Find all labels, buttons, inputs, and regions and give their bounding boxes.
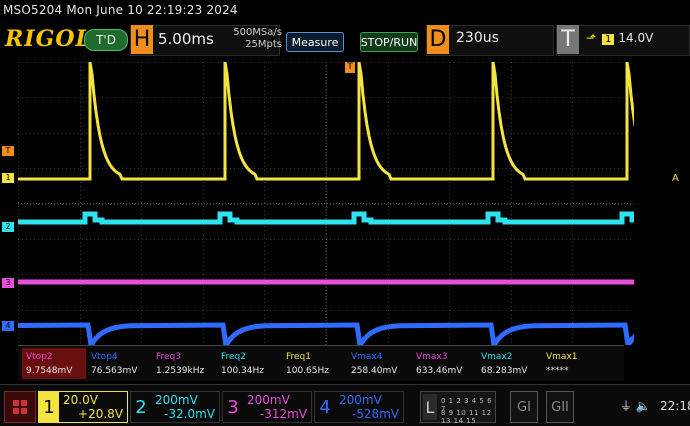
measurement-value: 68.283mV (481, 366, 528, 376)
measurement-item[interactable]: Vmax3 633.46mV (412, 348, 476, 379)
right-edge-marker: A (672, 173, 679, 184)
ch4-marker[interactable]: 4 (2, 321, 14, 331)
bottom-bar: 1 20.0V +20.8V 2 200mV -32.0mV 3 200mV -312mV 4 20… (0, 384, 690, 426)
channel-3-button[interactable]: 3 200mV -312mV (222, 391, 312, 423)
measurement-item[interactable]: Freq3 1.2539kHz (152, 348, 216, 379)
measurement-item[interactable]: Vmax2 68.283mV (477, 348, 541, 379)
trigger-status-button[interactable]: T'D (84, 29, 128, 51)
graticule (18, 62, 634, 345)
home-menu-button[interactable] (4, 391, 36, 423)
measurement-item[interactable]: Freq1 100.65Hz (282, 348, 346, 379)
measurement-label: Vtop2 (26, 352, 53, 362)
timebase-value: 5.00ms (158, 30, 214, 48)
measurement-label: Vmax3 (416, 352, 448, 362)
rigol-logo: RIGOL (5, 26, 92, 52)
delay-letter: D (427, 25, 449, 54)
trigger-position-marker[interactable]: T (345, 62, 355, 73)
channel-number: 3 (227, 396, 239, 418)
channel-offset: +20.8V (78, 407, 123, 421)
trigger-level: 14.0V (618, 31, 654, 45)
channel-scale: 200mV (155, 393, 198, 407)
acquisition-info: 500MSa/s 25Mpts (230, 27, 282, 51)
measurement-value: 9.7548mV (26, 366, 73, 376)
grid-icon (13, 400, 27, 414)
measurement-value: 100.34Hz (221, 366, 264, 376)
title-bar: MSO5204 Mon June 10 22:19:23 2024 (0, 0, 690, 22)
measurement-value: ***** (546, 366, 569, 376)
channel-1-button[interactable]: 1 20.0V +20.8V (38, 391, 128, 423)
measurement-value: 1.2539kHz (156, 366, 205, 376)
channel-offset: -32.0mV (164, 407, 215, 421)
measurement-label: Vmax2 (481, 352, 513, 362)
measurement-item[interactable]: Vmax1 ***** (542, 348, 606, 379)
measurement-label: Freq2 (221, 352, 247, 362)
measurement-label: Freq1 (286, 352, 312, 362)
trigger-letter: T (557, 25, 579, 54)
measurement-item[interactable]: Vtop2 9.7548mV (22, 348, 86, 379)
channel-2-button[interactable]: 2 200mV -32.0mV (130, 391, 220, 423)
measurement-bar: Vtop2 9.7548mV Vtop4 76.563mV Freq3 1.2539kHz… (18, 345, 624, 381)
measurement-item[interactable]: Vmax4 258.40mV (347, 348, 411, 379)
horizontal-letter: H (131, 25, 153, 54)
channel-offset: -528mV (351, 407, 399, 421)
measurement-item[interactable]: Vtop4 76.563mV (87, 348, 151, 379)
measurement-value: 100.65Hz (286, 366, 329, 376)
measurement-value: 633.46mV (416, 366, 463, 376)
logic-analyzer-button[interactable]: L 0 1 2 3 4 5 6 7 8 9 10 11 12 13 14 15 (420, 391, 496, 425)
measurement-label: Vtop4 (91, 352, 118, 362)
generator-1-button[interactable]: GI (510, 391, 538, 423)
delay-value: 230us (456, 30, 499, 46)
logic-bits-high: 8 9 10 11 12 13 14 15 (441, 409, 492, 425)
channel-number: 1 (39, 392, 59, 422)
clock: 22:18 (660, 399, 690, 413)
ch3-marker[interactable]: 3 (2, 278, 14, 288)
channel-number: 4 (319, 396, 331, 418)
toolbar: RIGOL T'D H 5.00ms 500MSa/s 25Mpts Measu… (0, 22, 690, 58)
device-title: MSO5204 Mon June 10 22:19:23 2024 (3, 3, 238, 17)
trigger-level-marker[interactable]: T (2, 146, 14, 156)
logic-letter: L (423, 394, 437, 420)
channel-scale: 200mV (247, 393, 290, 407)
measurement-label: Freq3 (156, 352, 182, 362)
generator-2-button[interactable]: GII (546, 391, 574, 423)
channel-scale: 200mV (339, 393, 382, 407)
trigger-info: ⬏ 1 14.0V (586, 31, 653, 45)
measurement-item[interactable]: Freq2 100.34Hz (217, 348, 281, 379)
stop-run-button[interactable]: STOP/RUN (360, 32, 418, 52)
measurement-value: 258.40mV (351, 366, 398, 376)
status-icons: ⏚ 🔈 (620, 397, 651, 414)
measurement-label: Vmax4 (351, 352, 383, 362)
channel-number: 2 (135, 396, 147, 418)
channel-scale: 20.0V (63, 393, 98, 407)
usb-icon: ⏚ (620, 399, 633, 413)
trigger-source: 1 (602, 34, 615, 45)
sample-rate: 500MSa/s (233, 27, 282, 38)
memory-depth: 25Mpts (245, 39, 282, 50)
measurement-label: Vmax1 (546, 352, 578, 362)
rising-edge-icon: ⬏ (586, 31, 597, 45)
channel-4-button[interactable]: 4 200mV -528mV (314, 391, 404, 423)
measurement-value: 76.563mV (91, 366, 138, 376)
speaker-icon: 🔈 (635, 399, 651, 413)
waveform-display[interactable] (18, 62, 634, 345)
ch1-marker[interactable]: 1 (2, 173, 14, 183)
channel-offset: -312mV (259, 407, 307, 421)
measure-button[interactable]: Measure (286, 32, 344, 52)
ch2-marker[interactable]: 2 (2, 222, 14, 232)
